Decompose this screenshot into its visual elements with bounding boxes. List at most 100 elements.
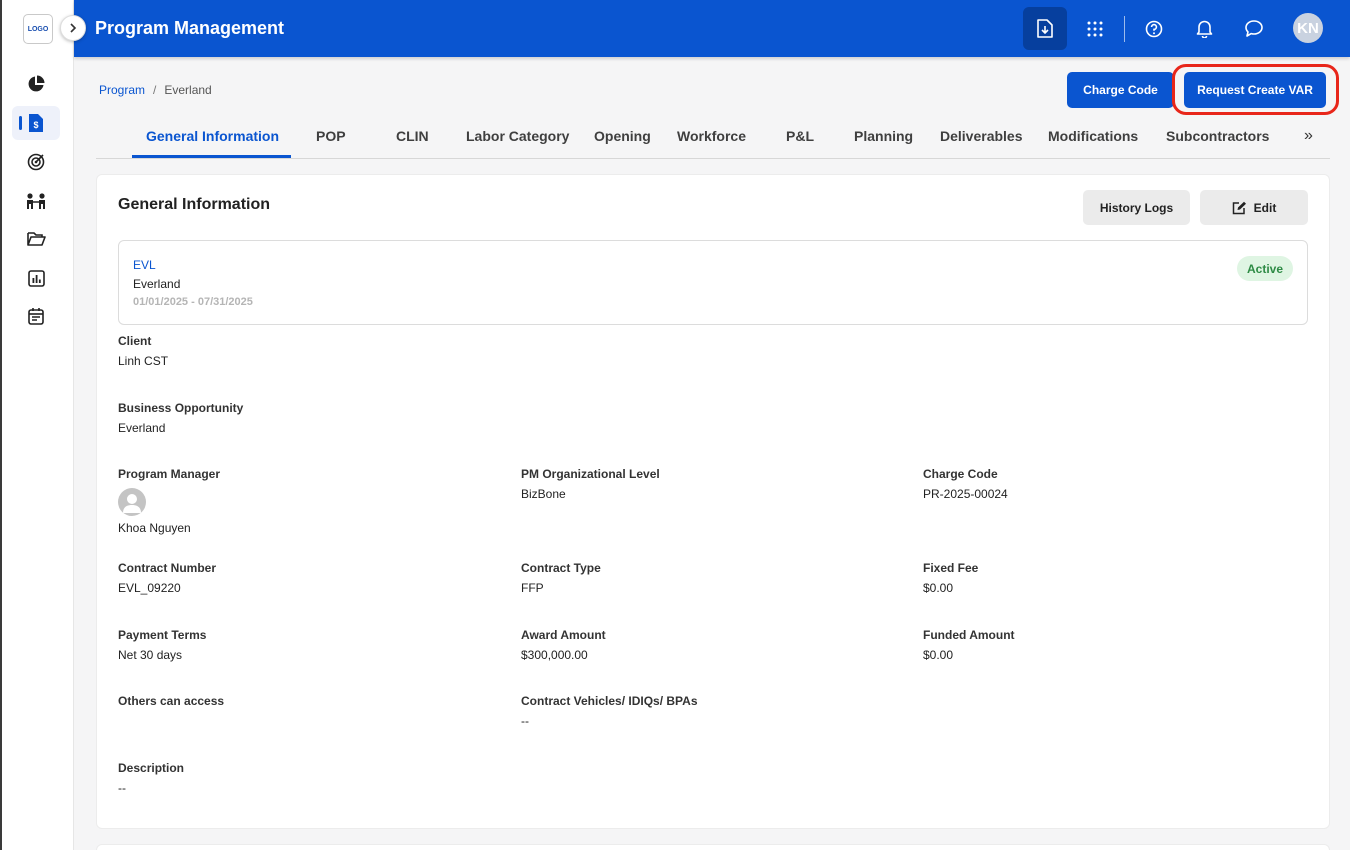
tab-clin[interactable]: CLIN bbox=[396, 128, 429, 144]
field-value: PR-2025-00024 bbox=[923, 487, 1008, 501]
status-badge: Active bbox=[1237, 256, 1294, 281]
charge-code-button[interactable]: Charge Code bbox=[1067, 72, 1174, 108]
field-value: Linh CST bbox=[118, 354, 169, 368]
sidebar-item-files[interactable] bbox=[12, 222, 60, 256]
program-name: Everland bbox=[133, 277, 181, 291]
help-button[interactable] bbox=[1132, 7, 1176, 50]
field-label: Fixed Fee bbox=[923, 561, 979, 575]
field-business-opportunity: Business Opportunity Everland bbox=[118, 401, 243, 435]
folder-open-icon bbox=[26, 232, 46, 246]
field-funded-amount: Funded Amount $0.00 bbox=[923, 628, 1015, 662]
tab-planning[interactable]: Planning bbox=[854, 128, 913, 144]
breadcrumb-separator: / bbox=[153, 83, 157, 97]
field-client: Client Linh CST bbox=[118, 334, 168, 368]
field-label: Business Opportunity bbox=[118, 401, 244, 415]
user-placeholder-icon bbox=[123, 494, 141, 513]
tab-bar: General Information POP CLIN Labor Categ… bbox=[96, 116, 1330, 159]
field-charge-code: Charge Code PR-2025-00024 bbox=[923, 467, 1008, 501]
field-value: FFP bbox=[521, 581, 544, 595]
field-description: Description -- bbox=[118, 761, 184, 795]
help-icon bbox=[1145, 20, 1163, 37]
chat-icon bbox=[1245, 20, 1263, 37]
field-contract-type: Contract Type FFP bbox=[521, 561, 601, 595]
field-value: BizBone bbox=[521, 487, 566, 501]
billing-document-icon: $ bbox=[29, 114, 43, 132]
history-logs-button[interactable]: History Logs bbox=[1083, 190, 1190, 225]
target-icon bbox=[27, 153, 45, 171]
apps-button[interactable] bbox=[1073, 7, 1117, 50]
edit-label: Edit bbox=[1253, 200, 1277, 215]
tab-deliverables[interactable]: Deliverables bbox=[940, 128, 1023, 144]
sidebar-item-goals[interactable] bbox=[12, 145, 60, 179]
sidebar-item-reports[interactable] bbox=[12, 261, 60, 295]
field-program-manager: Program Manager Khoa Nguyen bbox=[118, 467, 220, 535]
sidebar: LOGO $ bbox=[2, 0, 74, 850]
field-award-amount: Award Amount $300,000.00 bbox=[521, 628, 606, 662]
field-label: Contract Number bbox=[118, 561, 217, 575]
field-pm-organizational-level: PM Organizational Level BizBone bbox=[521, 467, 660, 501]
program-summary: EVL Everland 01/01/2025 - 07/31/2025 Act… bbox=[118, 240, 1308, 325]
sidebar-item-calendar[interactable] bbox=[12, 299, 60, 333]
sidebar-expand-button[interactable] bbox=[60, 15, 86, 41]
next-card bbox=[96, 844, 1330, 850]
active-tab-indicator bbox=[132, 155, 291, 158]
field-label: Contract Vehicles/ IDIQs/ BPAs bbox=[521, 694, 698, 708]
bell-icon bbox=[1196, 20, 1212, 38]
team-icon bbox=[27, 193, 45, 209]
tab-general-information[interactable]: General Information bbox=[146, 128, 279, 144]
tab-opening[interactable]: Opening bbox=[594, 128, 651, 144]
download-document-icon bbox=[1037, 19, 1053, 38]
edit-icon bbox=[1232, 201, 1246, 214]
edit-button[interactable]: Edit bbox=[1200, 190, 1308, 225]
notifications-button[interactable] bbox=[1182, 7, 1226, 50]
tab-subcontractors[interactable]: Subcontractors bbox=[1166, 128, 1269, 144]
history-logs-label: History Logs bbox=[1099, 200, 1174, 215]
user-avatar[interactable]: KN bbox=[1293, 13, 1323, 43]
field-value: Everland bbox=[118, 421, 166, 435]
field-contract-vehicles: Contract Vehicles/ IDIQs/ BPAs -- bbox=[521, 694, 698, 728]
sidebar-item-dashboard[interactable] bbox=[12, 67, 60, 101]
pie-chart-icon bbox=[28, 75, 45, 92]
field-value: Net 30 days bbox=[118, 648, 183, 662]
field-value: Khoa Nguyen bbox=[118, 521, 191, 535]
field-label: Funded Amount bbox=[923, 628, 1015, 642]
tab-workforce[interactable]: Workforce bbox=[677, 128, 746, 144]
logo[interactable]: LOGO bbox=[23, 14, 53, 44]
field-label: Award Amount bbox=[521, 628, 606, 642]
field-label: Payment Terms bbox=[118, 628, 207, 642]
breadcrumb: Program / Everland bbox=[99, 83, 212, 97]
header-divider bbox=[1124, 16, 1125, 42]
general-information-card: General Information History Logs Edit EV… bbox=[96, 174, 1330, 829]
svg-text:$: $ bbox=[33, 120, 38, 130]
highlight-annotation bbox=[1172, 64, 1339, 115]
card-title: General Information bbox=[118, 196, 271, 213]
app-title: Program Management bbox=[95, 18, 285, 38]
field-value: EVL_09220 bbox=[118, 581, 181, 595]
tab-pop[interactable]: POP bbox=[316, 128, 346, 144]
field-label: Description bbox=[118, 761, 185, 775]
tab-pl[interactable]: P&L bbox=[786, 128, 814, 144]
field-contract-number: Contract Number EVL_09220 bbox=[118, 561, 216, 595]
top-bar: Program Management KN bbox=[74, 0, 1350, 57]
program-code[interactable]: EVL bbox=[133, 258, 156, 272]
chevron-right-icon bbox=[70, 23, 77, 33]
field-value: $300,000.00 bbox=[521, 648, 588, 662]
field-value: -- bbox=[521, 714, 529, 728]
sidebar-item-program-management[interactable]: $ bbox=[12, 106, 60, 140]
field-value: $0.00 bbox=[923, 648, 954, 662]
field-label: Charge Code bbox=[923, 467, 998, 481]
program-dates: 01/01/2025 - 07/31/2025 bbox=[133, 296, 253, 308]
download-button[interactable] bbox=[1023, 7, 1067, 50]
report-chart-icon bbox=[27, 269, 45, 287]
messages-button[interactable] bbox=[1232, 7, 1276, 50]
tab-modifications[interactable]: Modifications bbox=[1048, 128, 1138, 144]
tab-labor-category[interactable]: Labor Category bbox=[466, 128, 569, 144]
breadcrumb-link-program[interactable]: Program bbox=[99, 83, 145, 97]
sidebar-item-team[interactable] bbox=[12, 184, 60, 218]
breadcrumb-current: Everland bbox=[164, 83, 212, 97]
field-fixed-fee: Fixed Fee $0.00 bbox=[923, 561, 978, 595]
tabs-more-button[interactable]: » bbox=[1304, 127, 1313, 145]
calendar-icon bbox=[28, 308, 44, 325]
field-label: Program Manager bbox=[118, 467, 221, 481]
avatar bbox=[118, 488, 146, 516]
